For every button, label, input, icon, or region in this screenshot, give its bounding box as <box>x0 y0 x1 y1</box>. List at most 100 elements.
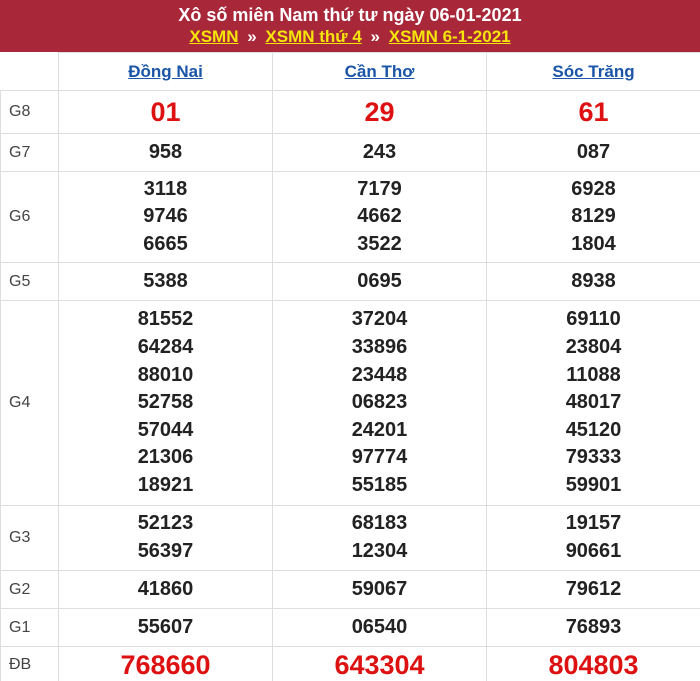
prize-label: G6 <box>0 171 59 263</box>
prize-number: 768660 <box>120 650 211 680</box>
results-body: G8 01 29 61 G7 958 243 087 G6 3118 9746 6665 7179 466… <box>0 90 700 681</box>
prize-cell: 41860 <box>58 570 273 609</box>
prize-cell: 81552 64284 88010 52758 57044 21306 18921 <box>58 300 273 506</box>
prize-number: 37204 <box>351 308 408 331</box>
prize-row: G5 5388 0695 8938 <box>0 262 700 301</box>
prize-number: 4662 <box>357 205 402 228</box>
prize-number: 88010 <box>137 363 194 386</box>
page-title: Xô số miên Nam thứ tư ngày 06-01-2021 <box>178 5 522 25</box>
prize-cell: 55607 <box>58 608 273 647</box>
prize-number: 19157 <box>565 512 622 535</box>
prize-number: 243 <box>362 140 397 163</box>
prize-label: G8 <box>0 90 59 134</box>
prize-number: 5388 <box>143 269 188 292</box>
prize-cell: 61 <box>486 90 700 134</box>
prize-number: 1804 <box>571 232 616 255</box>
results-table: Đồng Nai Cần Thơ Sóc Trăng G8 01 29 61 G7 958… <box>0 52 700 681</box>
prize-cell: 01 <box>58 90 273 134</box>
prize-number: 12304 <box>351 540 408 562</box>
prize-number: 18921 <box>137 473 194 496</box>
results-header: Xô số miên Nam thứ tư ngày 06-01-2021 XS… <box>0 0 700 52</box>
prize-cell: 958 <box>58 133 273 172</box>
prize-number: 33896 <box>351 336 408 359</box>
breadcrumb-separator: » <box>370 27 380 46</box>
prize-number: 52758 <box>137 391 194 414</box>
prize-row: G4 81552 64284 88010 52758 57044 21306 18921 372… <box>0 300 700 506</box>
prize-cell: 19157 90661 <box>486 505 700 571</box>
province-link-soc-trang[interactable]: Sóc Trăng <box>552 62 634 81</box>
prize-label: G4 <box>0 300 59 506</box>
prize-cell: 8938 <box>486 262 700 301</box>
prize-cell: 37204 33896 23448 06823 24201 97774 55185 <box>272 300 487 506</box>
prize-number: 90661 <box>565 540 622 562</box>
prize-number: 56397 <box>137 540 194 562</box>
prize-number: 97774 <box>351 446 408 469</box>
prize-number: 45120 <box>565 418 622 441</box>
prize-row: G7 958 243 087 <box>0 133 700 172</box>
breadcrumb-xsmn-thu4-link[interactable]: XSMN thứ 4 <box>265 27 361 46</box>
prize-number: 06823 <box>351 391 408 414</box>
prize-number: 57044 <box>137 418 194 441</box>
prize-row: G3 52123 56397 68183 12304 19157 90661 <box>0 505 700 571</box>
prize-cell: 52123 56397 <box>58 505 273 571</box>
prize-number: 804803 <box>548 650 639 680</box>
prize-cell: 7179 4662 3522 <box>272 171 487 263</box>
prize-label: G2 <box>0 570 59 609</box>
breadcrumb-date-link[interactable]: XSMN 6-1-2021 <box>389 27 511 46</box>
prize-number: 8129 <box>571 205 616 228</box>
prize-number: 79333 <box>565 446 622 469</box>
prize-label: G5 <box>0 262 59 301</box>
prize-cell: 0695 <box>272 262 487 301</box>
prize-cell: 643304 <box>272 646 487 681</box>
prize-number: 69110 <box>566 308 621 331</box>
prize-row: G1 55607 06540 76893 <box>0 608 700 647</box>
prize-number: 958 <box>148 140 183 163</box>
prize-number: 81552 <box>137 308 194 331</box>
prize-number: 59067 <box>351 577 408 600</box>
breadcrumb-xsmn-link[interactable]: XSMN <box>189 27 238 46</box>
province-header-row: Đồng Nai Cần Thơ Sóc Trăng <box>0 52 700 91</box>
prize-label: G3 <box>0 505 59 571</box>
province-header: Đồng Nai <box>58 52 273 91</box>
prize-number: 06540 <box>351 615 408 638</box>
prize-number: 8938 <box>571 269 616 292</box>
prize-number: 21306 <box>137 446 194 469</box>
prize-number: 23448 <box>351 363 408 386</box>
prize-number: 9746 <box>143 205 188 228</box>
prize-label: ĐB <box>0 646 59 681</box>
province-header: Cần Thơ <box>272 52 487 91</box>
prize-cell: 59067 <box>272 570 487 609</box>
breadcrumb: XSMN » XSMN thứ 4 » XSMN 6-1-2021 <box>189 26 510 48</box>
prize-row: G8 01 29 61 <box>0 90 700 134</box>
prize-number: 0695 <box>357 269 402 292</box>
prize-cell: 3118 9746 6665 <box>58 171 273 263</box>
prize-cell: 087 <box>486 133 700 172</box>
prize-number: 23804 <box>565 336 622 359</box>
prize-label: G7 <box>0 133 59 172</box>
prize-row: ĐB 768660 643304 804803 <box>0 646 700 681</box>
prize-number: 643304 <box>334 650 425 680</box>
prize-number: 68183 <box>351 512 408 535</box>
breadcrumb-separator: » <box>247 27 257 46</box>
prize-number: 6928 <box>571 177 616 200</box>
prize-label: G1 <box>0 608 59 647</box>
prize-number: 79612 <box>565 577 622 600</box>
prize-number: 64284 <box>137 336 194 359</box>
prize-cell: 5388 <box>58 262 273 301</box>
prize-number: 55607 <box>137 615 194 638</box>
prize-number: 3522 <box>357 232 402 255</box>
prize-number: 59901 <box>565 473 622 496</box>
prize-number: 48017 <box>565 391 622 414</box>
prize-row: G2 41860 59067 79612 <box>0 570 700 609</box>
province-link-can-tho[interactable]: Cần Thơ <box>345 62 415 81</box>
prize-number: 29 <box>364 97 395 127</box>
prize-cell: 69110 23804 11088 48017 45120 79333 59901 <box>486 300 700 506</box>
prize-cell: 6928 8129 1804 <box>486 171 700 263</box>
prize-number: 11088 <box>566 363 621 386</box>
prize-number: 55185 <box>351 473 408 496</box>
prize-number: 76893 <box>565 615 622 638</box>
prize-number: 52123 <box>137 512 194 535</box>
province-link-dong-nai[interactable]: Đồng Nai <box>128 62 203 81</box>
prize-cell: 06540 <box>272 608 487 647</box>
prize-cell: 243 <box>272 133 487 172</box>
